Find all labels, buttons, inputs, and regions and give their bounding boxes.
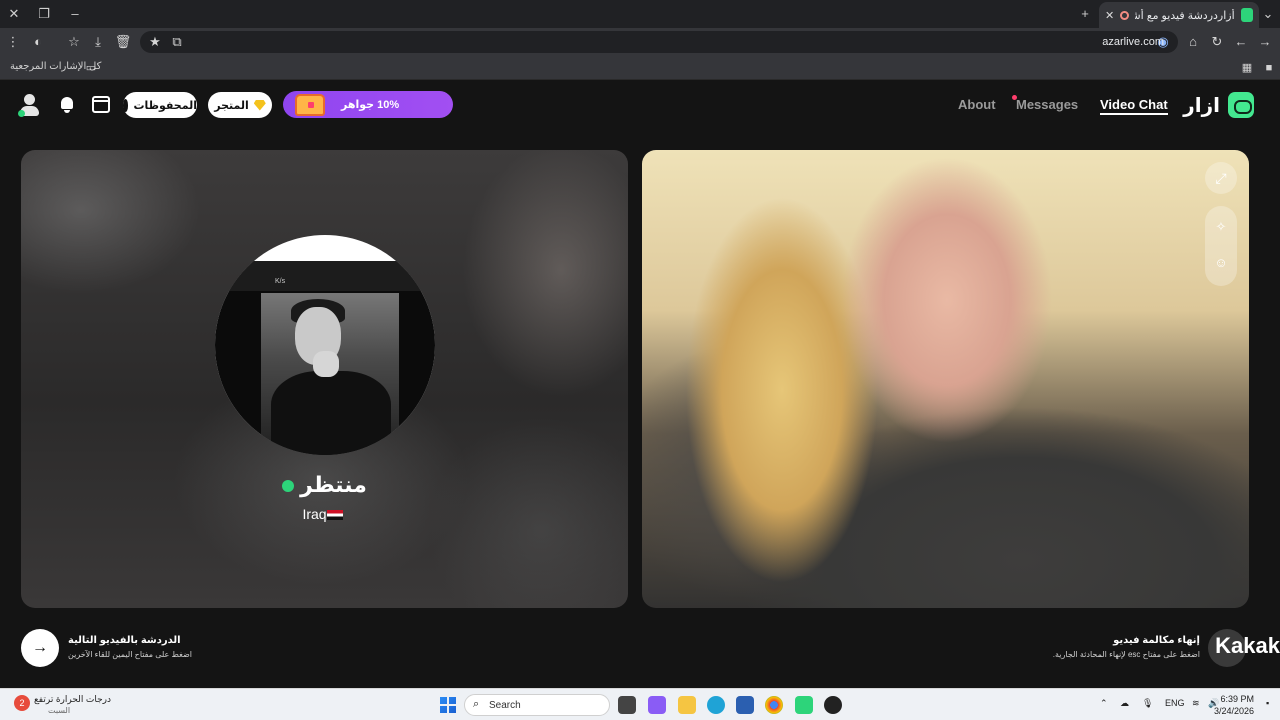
site-favicon-icon — [1240, 8, 1253, 22]
bookmark-star-icon[interactable]: ★ — [146, 33, 164, 51]
weather-day: السبت — [48, 706, 71, 715]
back-icon[interactable]: ← — [1232, 33, 1250, 51]
search-placeholder: Search — [489, 700, 521, 711]
recording-icon — [1120, 10, 1129, 20]
cloud-icon[interactable]: ☁ — [1120, 698, 1129, 709]
folder-icon: ▭ — [85, 62, 97, 74]
saved-label: المحفوظات — [133, 99, 197, 112]
tray-expand-icon[interactable]: ⌃ — [1100, 698, 1108, 709]
gem-icon — [253, 99, 266, 111]
minimize-window-icon[interactable]: – — [65, 4, 85, 24]
end-call-title: إنهاء مكالمة فيديو — [1113, 635, 1200, 646]
start-menu-icon[interactable] — [440, 697, 456, 713]
watermark-text: Kakak — [1215, 633, 1280, 658]
trash-icon[interactable]: 🗑 — [114, 33, 132, 51]
azar-page: المحفوظات المتجر 10% جواهر About Message… — [0, 80, 1280, 688]
chrome-icon[interactable] — [765, 696, 783, 714]
url-text[interactable]: azarlive.com — [1102, 36, 1164, 48]
unread-dot — [1012, 95, 1017, 100]
search-icon: ⌕ — [473, 698, 480, 710]
home-icon[interactable]: ⌂ — [1184, 33, 1202, 51]
language-indicator[interactable]: ENG — [1165, 698, 1185, 708]
profile-icon[interactable]: ◐ — [29, 33, 47, 51]
clock-date: 3/24/2026 — [1213, 706, 1254, 716]
clock-time: 6:39 PM — [1220, 694, 1254, 704]
fullscreen-button[interactable]: ⤢ — [1205, 162, 1237, 194]
tab-search-icon[interactable]: ⌄ — [1258, 4, 1278, 24]
forward-icon[interactable]: → — [1256, 33, 1274, 51]
weather-badge: 2 — [14, 695, 30, 711]
store-app-icon[interactable] — [736, 696, 754, 714]
gems-promo-button[interactable]: 10% جواهر — [283, 91, 453, 118]
close-window-icon[interactable]: ✕ — [4, 4, 24, 24]
peer-country-text: Iraq — [302, 506, 327, 522]
peer-video-panel: K/s منتظر Iraq — [21, 150, 628, 608]
store-button[interactable]: المتجر — [208, 92, 272, 118]
peer-name: منتظر — [21, 472, 628, 498]
weather-widget[interactable]: 2 درجات الحرارة ترتفع السبت — [14, 693, 124, 717]
apps-grid-icon[interactable]: ▦ — [1238, 59, 1256, 77]
end-call-hint: اضغط على مفتاح esc لإنهاء المحادثة الجار… — [1052, 650, 1200, 659]
saved-button[interactable]: المحفوظات — [123, 92, 197, 118]
peer-name-text: منتظر — [300, 472, 367, 497]
azar-app-icon[interactable] — [795, 696, 813, 714]
reload-icon[interactable]: ↻ — [1208, 33, 1226, 51]
address-bar[interactable]: ★ ⧉ ◉ — [140, 31, 1178, 53]
nav-video-chat[interactable]: Video Chat — [1100, 97, 1168, 115]
self-video-panel: ⤢ ✧ ☺ — [642, 150, 1249, 608]
restore-window-icon[interactable]: ❐ — [34, 4, 54, 24]
inventory-box-icon[interactable] — [92, 96, 110, 113]
iraq-flag-icon — [326, 510, 343, 521]
bookmarks-bar: كل الإشارات المرجعية ▭ ▦ ■ — [0, 56, 1280, 80]
media-app-icon[interactable] — [824, 696, 842, 714]
microphone-icon[interactable]: 🎙 — [1142, 698, 1153, 709]
next-chat-hint: اضغط على مفتاح اليمين للقاء الآخرين — [68, 650, 193, 659]
avatar-overlay-text: K/s — [275, 278, 286, 285]
browser-toolbar: ⋮ ◐ ☆ ⤓ 🗑 ★ ⧉ ◉ ⌂ ↻ ← → — [0, 28, 1280, 56]
face-filter-icon[interactable]: ☺ — [1212, 254, 1230, 272]
windows-taskbar: 2 درجات الحرارة ترتفع السبت ⌕ Search ⌃ ☁… — [0, 688, 1280, 720]
brand-logo[interactable]: ازار — [1183, 92, 1254, 118]
user-avatar-icon[interactable] — [18, 94, 40, 118]
brand-name: ازار — [1183, 94, 1220, 117]
taskbar-search[interactable]: ⌕ Search — [464, 694, 610, 716]
peer-photo: K/s — [215, 261, 435, 455]
treasure-chest-icon — [295, 94, 325, 116]
new-tab-icon[interactable]: + — [1075, 4, 1095, 24]
nav-about[interactable]: About — [958, 97, 996, 112]
edge-icon[interactable] — [707, 696, 725, 714]
nav-messages[interactable]: Messages — [1012, 95, 1079, 112]
menu-dots-icon[interactable]: ⋮ — [4, 33, 22, 51]
weather-text: درجات الحرارة ترتفع — [34, 694, 112, 704]
side-panel-icon[interactable]: ■ — [1260, 59, 1278, 77]
gems-promo-label: 10% جواهر — [341, 99, 400, 111]
wifi-icon[interactable]: ≋ — [1192, 698, 1200, 709]
peer-country: Iraq — [21, 506, 628, 522]
clock-icon — [123, 98, 134, 112]
magic-wand-icon[interactable]: ✧ — [1212, 218, 1230, 236]
notification-bell-icon[interactable] — [59, 96, 75, 114]
taskbar-clock[interactable]: 6:39 PM 3/24/2026 — [1214, 693, 1254, 717]
next-chat-button[interactable]: → — [21, 629, 59, 667]
azar-logo-icon — [1228, 92, 1254, 118]
browser-tabstrip: ✕ ❐ – + ✕ أزاردردشة فيديو مع أشخاص ⌄ — [0, 0, 1280, 28]
install-app-icon[interactable]: ⧉ — [168, 33, 186, 51]
download-icon[interactable]: ⤓ — [89, 33, 107, 51]
task-view-icon[interactable] — [618, 696, 636, 714]
copilot-icon[interactable] — [648, 696, 666, 714]
notifications-icon[interactable]: ▪ — [1266, 698, 1269, 708]
tab-title: أزاردردشة فيديو مع أشخاص — [1135, 9, 1235, 22]
store-label: المتجر — [214, 99, 249, 112]
file-explorer-icon[interactable] — [678, 696, 696, 714]
nav-messages-label: Messages — [1016, 97, 1079, 112]
close-tab-icon[interactable]: ✕ — [1105, 9, 1114, 22]
extensions-icon[interactable]: ☆ — [65, 33, 83, 51]
next-chat-title: الدردشة بالفيديو التالية — [68, 635, 181, 646]
peer-avatar[interactable]: K/s — [215, 235, 435, 455]
verified-badge-icon — [282, 480, 295, 493]
effects-toolbar: ✧ ☺ — [1205, 206, 1237, 286]
browser-tab[interactable]: ✕ أزاردردشة فيديو مع أشخاص — [1099, 2, 1259, 28]
